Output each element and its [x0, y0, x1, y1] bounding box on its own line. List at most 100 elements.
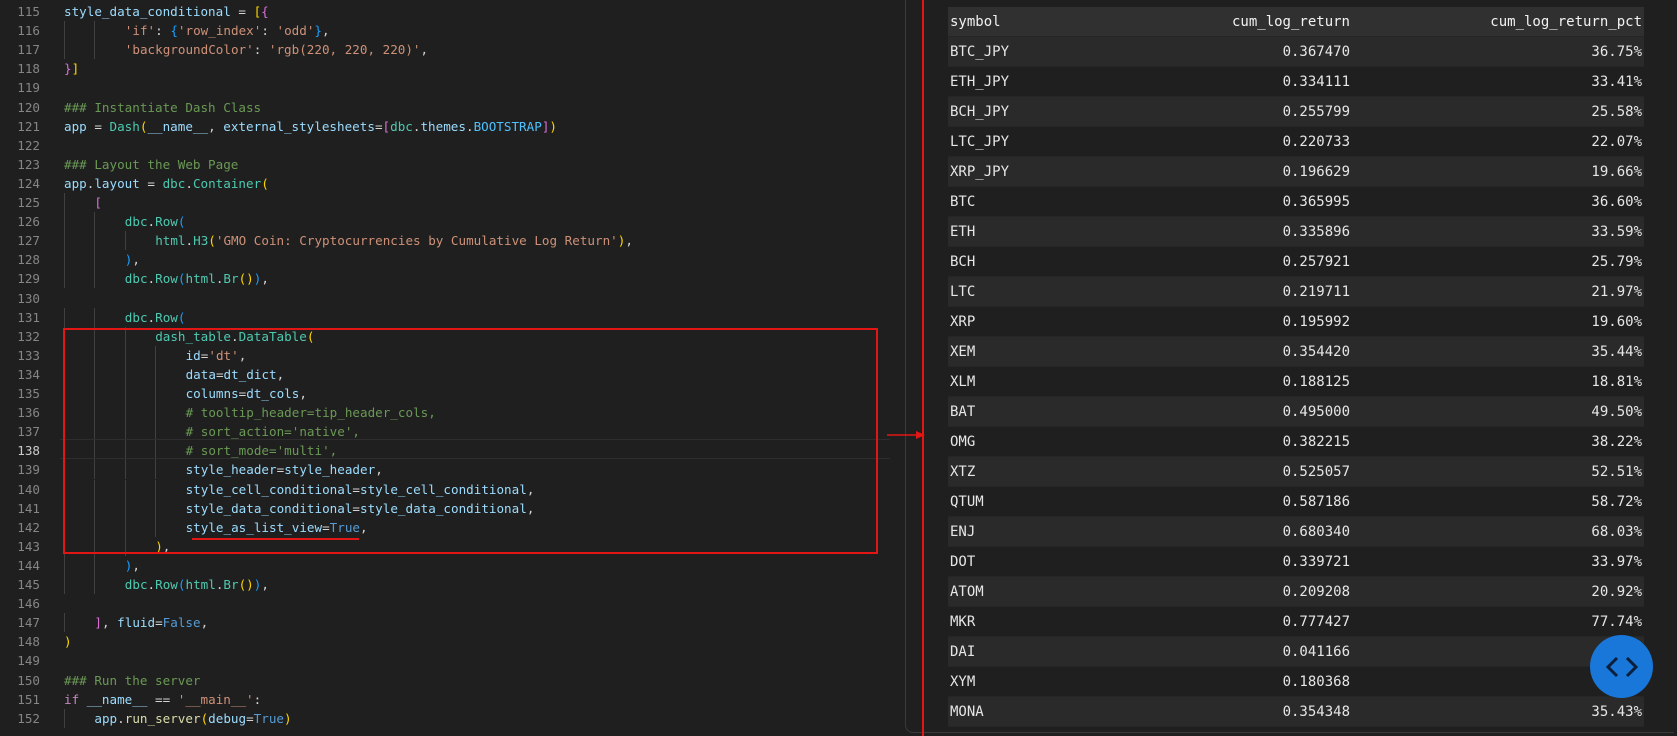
code-line[interactable]: 152 app.run_server(debug=True) [0, 708, 890, 728]
code-line[interactable]: 115 style_data_conditional = [{ [0, 2, 890, 21]
code-line[interactable]: 123 ### Layout the Web Page [0, 155, 890, 174]
code-line[interactable]: 146 [0, 594, 890, 613]
code-line[interactable]: 128), [0, 250, 890, 270]
code-line[interactable]: 117 'backgroundColor': 'rgb(220, 220, 220… [0, 40, 890, 60]
code-token: fluid [117, 615, 156, 631]
code-line[interactable]: 122 [0, 136, 890, 155]
code-token: 'GMO Coin: Cryptocurrencies by Cumulativ… [215, 233, 618, 249]
indent-guide [94, 555, 96, 575]
table-row[interactable]: MKR 0.777427 77.74% [948, 607, 1644, 637]
table-row[interactable]: BCH_JPY 0.255799 25.58% [948, 97, 1644, 127]
code-line[interactable]: 147], fluid=False, [0, 613, 890, 633]
table-row[interactable]: MONA 0.354348 35.43% [948, 697, 1644, 727]
cell-cum-log-return-pct: 19.66% [1591, 163, 1642, 180]
code-line[interactable]: 144), [0, 555, 890, 575]
code-token: { [170, 23, 178, 39]
indent-guide [64, 193, 65, 212]
table-row[interactable]: XEM 0.354420 35.44% [948, 337, 1644, 367]
header-cum-log-return-pct[interactable]: cum_log_return_pct [1350, 14, 1644, 30]
table-row[interactable]: ETH 0.335896 33.59% [948, 217, 1644, 247]
line-number: 133 [17, 347, 40, 363]
table-row[interactable]: ENJ 0.680340 68.03% [948, 517, 1644, 547]
code-token: Container [192, 175, 262, 191]
code-line[interactable]: 124 app.layout = dbc.Container( [0, 174, 890, 193]
code-line[interactable]: 151 if __name__ == '__main__': [0, 690, 890, 709]
code-line[interactable]: 125 [ [0, 193, 890, 212]
cell-symbol: BTC [950, 193, 976, 210]
indent-guide [64, 708, 65, 728]
code-line[interactable]: 150 ### Run the server [0, 671, 890, 690]
table-row[interactable]: LTC_JPY 0.220733 22.07% [948, 127, 1644, 157]
table-row[interactable]: DAI 0.041166 [948, 637, 1644, 667]
data-table[interactable]: symbol cum_log_return cum_log_return_pct… [948, 7, 1644, 727]
indent-guide [94, 575, 96, 594]
indent-guide [64, 575, 65, 594]
code-token: == [147, 691, 178, 707]
code-token: Row [155, 577, 178, 592]
table-row[interactable]: BCH 0.257921 25.79% [948, 247, 1644, 277]
code-token: ] [94, 615, 102, 631]
line-number: 136 [17, 405, 40, 421]
table-row[interactable]: ETH_JPY 0.334111 33.41% [948, 67, 1644, 97]
table-row[interactable]: BAT 0.495000 49.50% [948, 397, 1644, 427]
table-row[interactable]: BTC_JPY 0.367470 36.75% [948, 37, 1644, 67]
code-token: , [625, 233, 633, 249]
code-line[interactable]: 126 dbc.Row( [0, 212, 890, 232]
line-number: 146 [17, 596, 40, 612]
header-symbol[interactable]: symbol [948, 14, 1130, 30]
cell-cum-log-return-pct: 33.97% [1591, 553, 1642, 570]
code-line[interactable]: 131 dbc.Row( [0, 307, 890, 327]
table-row[interactable]: ATOM 0.209208 20.92% [948, 577, 1644, 607]
table-row[interactable]: LTC 0.219711 21.97% [948, 277, 1644, 307]
cell-cum-log-return: 0.354348 [1282, 703, 1350, 720]
code-token: dbc [124, 214, 148, 230]
code-line[interactable]: 127 html.H3('GMO Coin: Cryptocurrencies b… [0, 231, 890, 251]
table-row[interactable]: OMG 0.382215 38.22% [948, 427, 1644, 457]
line-number: 147 [17, 615, 40, 631]
code-brackets-icon [1605, 656, 1638, 677]
cell-cum-log-return: 0.495000 [1282, 403, 1350, 420]
code-toggle-button[interactable] [1590, 635, 1653, 698]
table-row[interactable]: XTZ 0.525057 52.51% [948, 457, 1644, 487]
code-token: debug [208, 710, 247, 726]
line-number: 132 [17, 328, 40, 344]
table-row[interactable]: DOT 0.339721 33.97% [948, 547, 1644, 577]
code-text: dbc.Row( [125, 212, 186, 231]
code-token: Row [155, 271, 178, 287]
cell-cum-log-return: 0.180368 [1282, 673, 1350, 690]
cell-symbol: XLM [950, 373, 976, 390]
code-line[interactable]: 148) [0, 632, 890, 651]
code-line[interactable]: 121 app = Dash(__name__, external_stylesh… [0, 117, 890, 136]
table-row[interactable]: XYM 0.180368 [948, 667, 1644, 697]
cell-symbol: LTC [950, 283, 976, 300]
code-token: H3 [193, 233, 209, 249]
cell-cum-log-return: 0.334111 [1282, 73, 1350, 90]
code-line[interactable]: 118}] [0, 59, 890, 78]
code-text: ), [125, 250, 140, 269]
code-line[interactable]: 130 [0, 289, 890, 308]
table-row[interactable]: XRP 0.195992 19.60% [948, 307, 1644, 337]
red-highlight-box [63, 328, 878, 554]
table-row[interactable]: BTC 0.365995 36.60% [948, 187, 1644, 217]
code-text: app = Dash(__name__, external_stylesheet… [64, 117, 557, 136]
code-line[interactable]: 119 [0, 78, 890, 97]
header-cum-log-return[interactable]: cum_log_return [1130, 14, 1350, 30]
line-number: 125 [17, 195, 40, 210]
table-row[interactable]: QTUM 0.587186 58.72% [948, 487, 1644, 517]
cell-symbol: BAT [950, 403, 976, 420]
code-line[interactable]: 149 [0, 651, 890, 670]
table-row[interactable]: XLM 0.188125 18.81% [948, 367, 1644, 397]
code-text: [ [94, 193, 102, 212]
code-token: : [261, 23, 277, 39]
code-text: 'if': {'row_index': 'odd'}, [125, 21, 330, 40]
code-line[interactable]: 145 dbc.Row(html.Br()), [0, 575, 890, 594]
code-line[interactable]: 116 'if': {'row_index': 'odd'}, [0, 21, 890, 41]
line-number: 116 [17, 23, 40, 39]
code-token: = [230, 4, 254, 19]
code-token: . [465, 118, 474, 134]
indent-guide [64, 555, 65, 575]
table-row[interactable]: XRP_JPY 0.196629 19.66% [948, 157, 1644, 187]
cell-symbol: ATOM [950, 583, 984, 600]
code-line[interactable]: 120 ### Instantiate Dash Class [0, 98, 890, 117]
code-line[interactable]: 129 dbc.Row(html.Br()), [0, 269, 890, 289]
